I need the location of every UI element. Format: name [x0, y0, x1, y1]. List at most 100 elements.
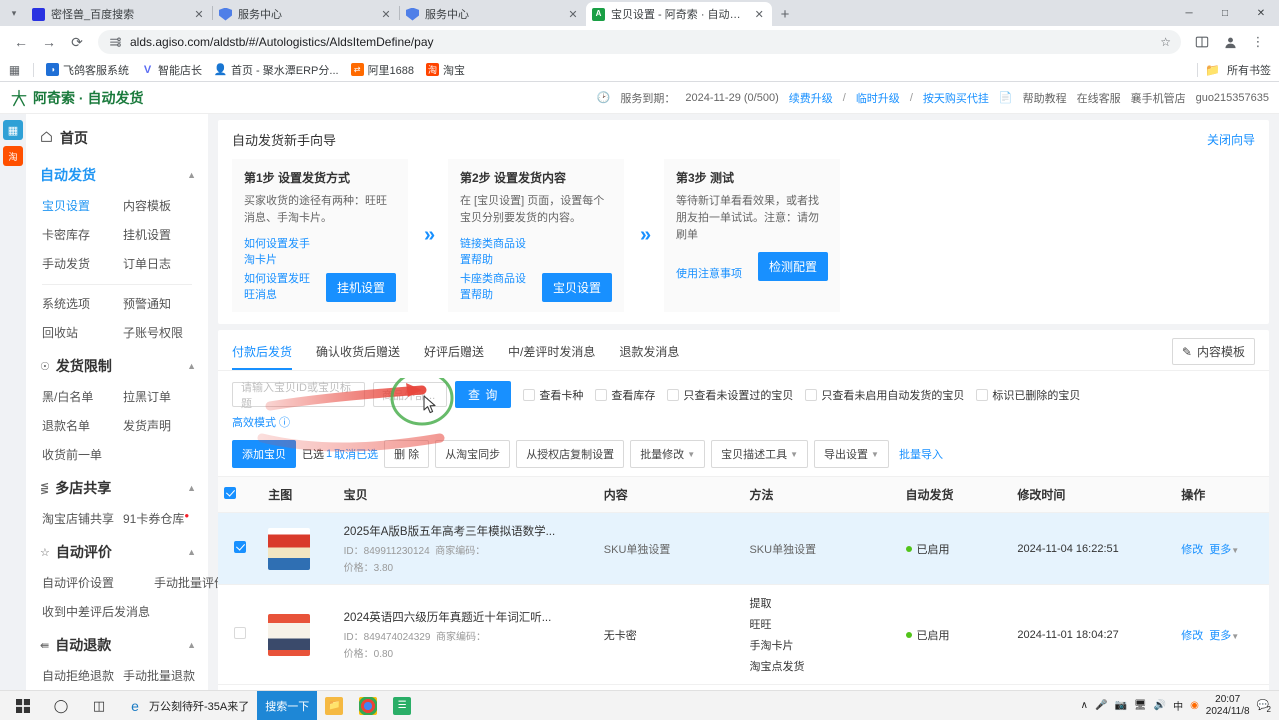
sidebar-item-auto-reject-refund[interactable]: 自动拒绝退款	[40, 661, 121, 690]
search-button[interactable]: 查 询	[455, 381, 511, 408]
online-service-link[interactable]: 在线客服	[1077, 90, 1121, 106]
sync-from-taobao-button[interactable]: 从淘宝同步	[435, 440, 510, 468]
browser-menu-icon[interactable]: ⋮	[1245, 29, 1271, 55]
table-row[interactable]: 演讲视频音频演讲稿合集2024年更新中... ID：849476320738 商…	[218, 685, 1269, 690]
wizard-link[interactable]: 卡座类商品设置帮助	[460, 270, 534, 302]
renew-link[interactable]: 续费升级	[789, 90, 833, 106]
notification-icon[interactable]: 💬2	[1257, 700, 1269, 711]
idle-settings-button[interactable]: 挂机设置	[326, 273, 396, 302]
wizard-link[interactable]: 如何设置发旺旺消息	[244, 270, 318, 302]
tray-expand-chevron-icon[interactable]: ∧	[1081, 700, 1088, 711]
address-bar[interactable]: alds.agiso.com/aldstb/#/Autologistics/Al…	[98, 30, 1181, 54]
sidebar-item-shipping-statement[interactable]: 发货声明	[121, 411, 202, 440]
more-dropdown[interactable]: 更多▼	[1209, 627, 1239, 643]
item-settings-button[interactable]: 宝贝设置	[542, 273, 612, 302]
sogou-icon[interactable]: ◉	[1190, 700, 1199, 711]
taskbar-app-chrome[interactable]	[351, 691, 385, 720]
checkbox[interactable]	[595, 389, 607, 401]
tab-after-payment[interactable]: 付款后发货	[232, 339, 292, 369]
close-window-button[interactable]: ✕	[1243, 0, 1279, 26]
apps-grid-icon[interactable]: ▦	[8, 63, 21, 76]
split-screen-icon[interactable]	[1189, 29, 1215, 55]
new-tab-button[interactable]: +	[772, 2, 798, 26]
browser-tab-4-active[interactable]: A 宝贝设置 - 阿奇索 · 自动发货 ✕	[586, 2, 772, 26]
mobile-shop-link[interactable]: 襄手机管店	[1131, 90, 1186, 106]
volume-icon[interactable]: 🔊	[1154, 700, 1166, 711]
taskbar-app-edge[interactable]: e 万公刻待歼-35A来了	[118, 691, 257, 720]
sidebar-item-card-stock[interactable]: 卡密库存	[40, 220, 121, 249]
select-all-checkbox[interactable]	[224, 487, 236, 499]
help-link[interactable]: 帮助教程	[1023, 90, 1067, 106]
edit-link[interactable]: 修改	[1181, 541, 1203, 557]
sidebar-group-header[interactable]: ⋚ 多店共享 ▲	[26, 472, 208, 504]
checkbox[interactable]	[523, 389, 535, 401]
filter-view-card-type[interactable]: 查看卡种	[523, 387, 583, 403]
network-icon[interactable]: 🖥	[1134, 700, 1147, 711]
sidebar-item-system-options[interactable]: 系统选项	[40, 289, 121, 318]
close-wizard-link[interactable]: 关闭向导	[1207, 131, 1255, 148]
sidebar-item-alert-notice[interactable]: 预警通知	[121, 289, 202, 318]
tab-bad-review-message[interactable]: 中/差评时发消息	[508, 339, 595, 369]
taskbar-app-search[interactable]: 搜索一下	[257, 691, 317, 720]
filter-view-stock[interactable]: 查看库存	[595, 387, 655, 403]
tab-close-icon[interactable]: ✕	[753, 8, 767, 21]
edit-link[interactable]: 修改	[1181, 627, 1203, 643]
cancel-selection-link[interactable]: 取消已选	[334, 446, 378, 462]
screenshot-icon[interactable]: 📷	[1114, 700, 1126, 711]
chevron-up-icon[interactable]: ▲	[187, 640, 196, 650]
sidebar-item-bad-review-message[interactable]: 收到中差评后发消息	[40, 597, 152, 626]
sidebar-item-auto-review-settings[interactable]: 自动评价设置	[40, 568, 152, 597]
filter-autoship-disabled-only[interactable]: 只查看未启用自动发货的宝贝	[805, 387, 964, 403]
tab-search-icon[interactable]: ▾	[2, 0, 26, 26]
copy-from-shop-button[interactable]: 从授权店复制设置	[516, 440, 624, 468]
content-template-button[interactable]: ✎ 内容模板	[1172, 338, 1255, 365]
select-all-header[interactable]	[218, 477, 262, 513]
tab-after-good-review-gift[interactable]: 好评后赠送	[424, 339, 484, 369]
taskbar-app-wechatwork[interactable]: ☰	[385, 691, 419, 720]
tab-refund-message[interactable]: 退款发消息	[619, 339, 679, 369]
chevron-up-icon[interactable]: ▲	[187, 547, 196, 557]
app-logo[interactable]: 阿奇索 · 自动发货	[10, 88, 143, 108]
task-view-icon[interactable]: ◫	[80, 691, 118, 720]
desc-tool-dropdown[interactable]: 宝贝描述工具 ▼	[711, 440, 808, 468]
add-item-button[interactable]: 添加宝贝	[232, 440, 296, 468]
sidebar-item-order-log[interactable]: 订单日志	[121, 249, 202, 278]
browser-tab-3[interactable]: 服务中心 ✕	[400, 2, 586, 26]
sidebar-item-subaccount-perm[interactable]: 子账号权限	[121, 318, 202, 347]
sidebar-group-header[interactable]: ⇚ 自动退款 ▲	[26, 629, 208, 661]
chevron-up-icon[interactable]: ▲	[187, 170, 196, 180]
taskbar-clock[interactable]: 20:07 2024/11/8	[1206, 694, 1250, 717]
reload-icon[interactable]: ⟳	[64, 29, 90, 55]
checkbox[interactable]	[976, 389, 988, 401]
sidebar-item-before-receipt[interactable]: 收货前一单	[40, 440, 121, 469]
bookmark-taobao[interactable]: 淘 淘宝	[426, 62, 465, 78]
sidebar-item-content-template[interactable]: 内容模板	[121, 191, 202, 220]
chevron-up-icon[interactable]: ▲	[187, 483, 196, 493]
maximize-button[interactable]: □	[1207, 0, 1243, 26]
temp-upgrade-link[interactable]: 临时升级	[856, 90, 900, 106]
table-row[interactable]: 2025年A版B版五年高考三年模拟语数学... ID：849911230124 …	[218, 513, 1269, 585]
sidebar-item-recycle-bin[interactable]: 回收站	[40, 318, 121, 347]
wizard-link[interactable]: 如何设置发手淘卡片	[244, 235, 318, 267]
bookmark-alibaba1688[interactable]: ⇄ 阿里1688	[351, 62, 414, 78]
forward-icon[interactable]: →	[36, 29, 62, 55]
more-dropdown[interactable]: 更多▼	[1209, 541, 1239, 557]
wizard-link[interactable]: 链接类商品设置帮助	[460, 235, 534, 267]
taobao-icon[interactable]: 淘	[3, 146, 23, 166]
sidebar-item-taobao-shop-share[interactable]: 淘宝店铺共享	[40, 504, 121, 533]
wizard-link[interactable]: 使用注意事项	[676, 265, 742, 281]
sidebar-item-item-settings[interactable]: 宝贝设置	[40, 191, 121, 220]
back-icon[interactable]: ←	[8, 29, 34, 55]
row-checkbox-cell[interactable]	[218, 513, 262, 585]
sidebar-group-header[interactable]: ☉ 发货限制 ▲	[26, 350, 208, 382]
tab-close-icon[interactable]: ✕	[566, 8, 580, 21]
sidebar-group-header[interactable]: ☆ 自动评价 ▲	[26, 536, 208, 568]
microphone-icon[interactable]: 🎤	[1095, 700, 1107, 711]
tab-close-icon[interactable]: ✕	[192, 8, 206, 21]
profile-icon[interactable]	[1217, 29, 1243, 55]
sidebar-item-home[interactable]: 首页	[26, 122, 208, 156]
batch-edit-dropdown[interactable]: 批量修改 ▼	[630, 440, 705, 468]
tab-close-icon[interactable]: ✕	[379, 8, 393, 21]
sidebar-item-black-white-list[interactable]: 黑/白名单	[40, 382, 121, 411]
delete-button[interactable]: 删 除	[384, 440, 429, 468]
